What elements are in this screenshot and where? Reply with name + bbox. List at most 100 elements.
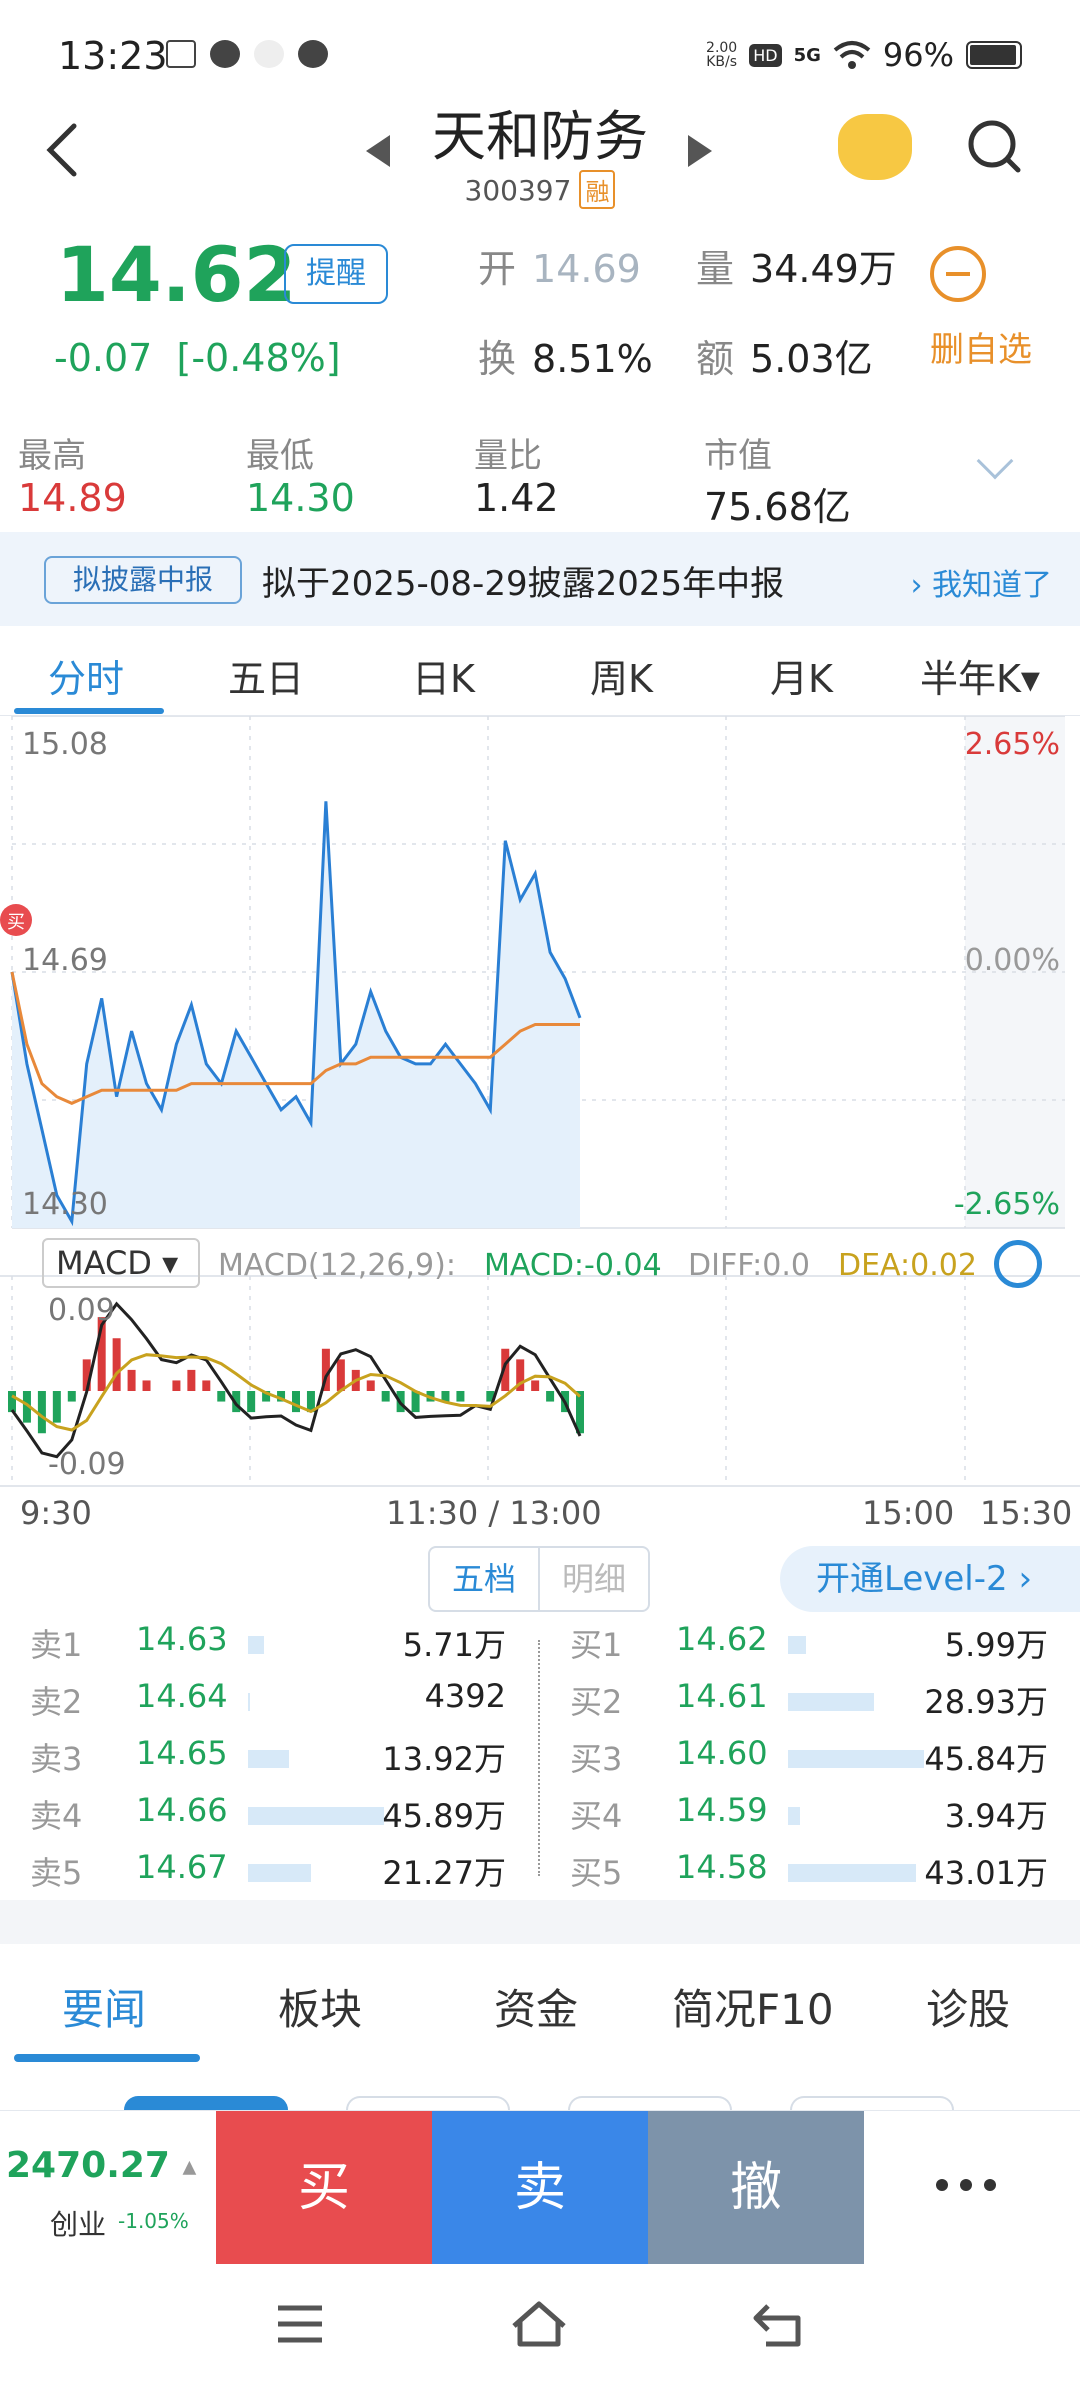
wechat-icon: [210, 40, 240, 68]
status-right: 2.00 KB/s HD 5G 96%: [706, 36, 1022, 74]
system-nav-bar: [0, 2264, 1080, 2388]
hd-icon: HD: [749, 43, 782, 67]
filter-pill-active[interactable]: [124, 2096, 288, 2110]
remove-watchlist-button[interactable]: 删自选: [930, 322, 1050, 371]
news-tab[interactable]: 要闻: [62, 1976, 146, 2037]
menu-icon[interactable]: [276, 2304, 324, 2344]
period-tab[interactable]: 分时: [48, 648, 124, 703]
sell-volume-bar: [248, 1750, 289, 1768]
change-value: -0.07: [54, 336, 153, 380]
sell-button[interactable]: 卖: [432, 2111, 648, 2265]
buy-level-price: 14.62: [676, 1620, 768, 1658]
index-ticker[interactable]: 2470.27 ▲: [6, 2145, 196, 2186]
time-axis-label: 15:00: [862, 1494, 955, 1532]
volume-stat: 量 34.49万: [696, 238, 897, 293]
buy-volume-bar: [788, 1750, 924, 1768]
back-nav-icon[interactable]: [752, 2302, 804, 2348]
indicator-bar: MACD ▾ MACD(12,26,9): MACD:-0.04 DIFF:0.…: [0, 1230, 1080, 1296]
turnover-value: 8.51%: [532, 337, 653, 381]
sell-level-label: 卖2: [30, 1683, 83, 1721]
macd-params: MACD(12,26,9):: [218, 1248, 456, 1283]
gear-icon[interactable]: [994, 1240, 1042, 1288]
index-change: -1.05%: [118, 2209, 189, 2233]
disclosure-banner: 拟披露中报 拟于2025-08-29披露2025年中报 › 我知道了: [0, 532, 1080, 626]
sell-level-row[interactable]: 卖2 14.64 4392: [30, 1677, 506, 1729]
buy-level-label: 买4: [570, 1797, 623, 1835]
stat-label: 市值: [704, 436, 772, 476]
remind-button[interactable]: 提醒: [284, 244, 388, 304]
sell-level-price: 14.67: [136, 1848, 228, 1886]
buy-level-volume: 3.94万: [944, 1797, 1048, 1835]
buy-level-row[interactable]: 买4 14.59 3.94万: [570, 1791, 1048, 1843]
more-icon[interactable]: [936, 2179, 996, 2191]
tab-five-levels[interactable]: 五档: [430, 1548, 540, 1610]
volume-label: 量: [696, 247, 735, 291]
level2-button[interactable]: 开通Level-2 ›: [780, 1546, 1080, 1612]
sell-level-price: 14.64: [136, 1677, 228, 1715]
buy-level-row[interactable]: 买1 14.62 5.99万: [570, 1620, 1048, 1672]
filter-pill[interactable]: [568, 2096, 732, 2110]
back-icon[interactable]: [42, 120, 82, 180]
net-speed-unit: KB/s: [706, 54, 738, 70]
stock-code-line: 300397 融: [340, 170, 740, 209]
message-icon: [298, 40, 328, 68]
active-tab-underline: [14, 708, 164, 714]
sell-level-row[interactable]: 卖5 14.67 21.27万: [30, 1848, 506, 1900]
buy-button[interactable]: 买: [216, 2111, 432, 2265]
buy-level-row[interactable]: 买5 14.58 43.01万: [570, 1848, 1048, 1900]
news-tab[interactable]: 诊股: [926, 1976, 1010, 2037]
sell-level-price: 14.65: [136, 1734, 228, 1772]
period-tab[interactable]: 半年K▾: [920, 648, 1040, 703]
stat-label: 量比: [474, 436, 542, 476]
indicator-select[interactable]: MACD ▾: [42, 1238, 200, 1288]
period-tab[interactable]: 周K: [590, 648, 653, 703]
filter-pill[interactable]: [790, 2096, 954, 2110]
period-tab[interactable]: 月K: [770, 648, 833, 703]
sell-level-row[interactable]: 卖3 14.65 13.92万: [30, 1734, 506, 1786]
stat-value: 14.30: [246, 476, 355, 520]
period-tab[interactable]: 五日: [228, 648, 304, 703]
buy-level-price: 14.61: [676, 1677, 768, 1715]
sell-level-volume: 4392: [424, 1677, 506, 1715]
mascot-icon[interactable]: [838, 114, 912, 180]
sell-level-volume: 13.92万: [382, 1740, 506, 1778]
sell-level-label: 卖3: [30, 1740, 83, 1778]
turnover-stat: 换 8.51%: [478, 328, 653, 383]
sell-level-volume: 21.27万: [382, 1854, 506, 1892]
sell-level-row[interactable]: 卖4 14.66 45.89万: [30, 1791, 506, 1843]
macd-value: MACD:-0.04: [484, 1248, 662, 1283]
net-speed-value: 2.00: [706, 40, 738, 56]
macd-axis-top: 0.09: [48, 1293, 115, 1328]
sell-level-row[interactable]: 卖1 14.63 5.71万: [30, 1620, 506, 1672]
intraday-chart[interactable]: 15.08 14.69 14.30 2.65% 0.00% -2.65% 买 0…: [0, 716, 1080, 1536]
news-tab[interactable]: 资金: [494, 1976, 578, 2037]
buy-volume-bar: [788, 1807, 800, 1825]
indicator-name: MACD: [56, 1244, 152, 1282]
news-tab[interactable]: 板块: [278, 1976, 362, 2037]
price-axis-top: 15.08: [22, 727, 108, 762]
buy-level-price: 14.60: [676, 1734, 768, 1772]
net-speed: 2.00 KB/s: [706, 41, 737, 69]
stat-value: 14.89: [18, 476, 127, 520]
sell-volume-bar: [248, 1636, 264, 1654]
buy-level-label: 买5: [570, 1854, 623, 1892]
period-tab[interactable]: 日K: [412, 648, 475, 703]
dismiss-banner-link[interactable]: › 我知道了: [910, 560, 1052, 604]
filter-pill[interactable]: [346, 2096, 510, 2110]
macd-axis-bottom: -0.09: [48, 1447, 126, 1482]
home-icon[interactable]: [510, 2300, 568, 2348]
expand-chevron-icon[interactable]: [976, 442, 1014, 480]
volume-value: 34.49万: [750, 247, 897, 291]
buy-level-row[interactable]: 买2 14.61 28.93万: [570, 1677, 1048, 1729]
sell-volume-bar: [248, 1807, 384, 1825]
tab-trade-detail[interactable]: 明细: [540, 1548, 648, 1610]
remove-watchlist-icon[interactable]: [930, 246, 986, 302]
current-price: 14.62: [56, 230, 297, 319]
cancel-order-button[interactable]: 撤: [648, 2111, 864, 2265]
buy-level-price: 14.58: [676, 1848, 768, 1886]
search-icon[interactable]: [966, 118, 1022, 174]
news-tab[interactable]: 简况F10: [672, 1976, 834, 2037]
next-stock-icon[interactable]: [688, 135, 712, 167]
buy-level-row[interactable]: 买3 14.60 45.84万: [570, 1734, 1048, 1786]
sell-level-label: 卖4: [30, 1797, 83, 1835]
